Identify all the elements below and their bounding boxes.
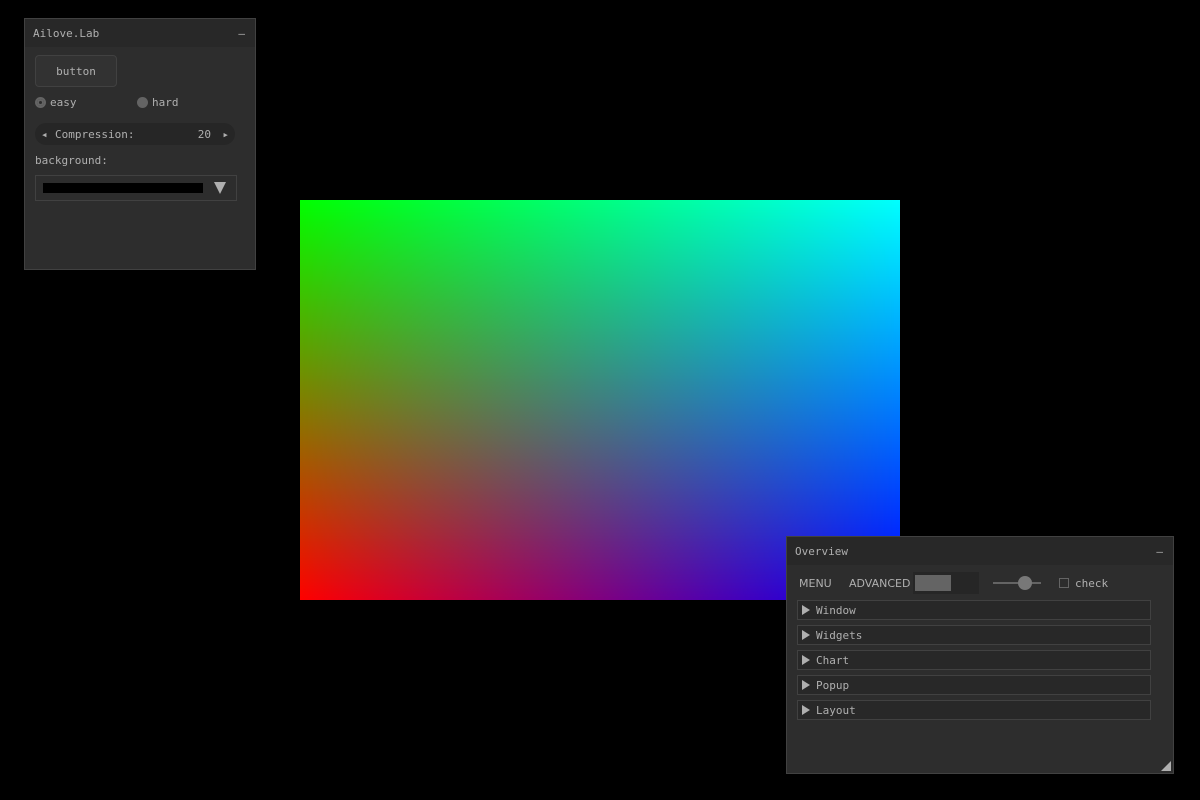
tree-node-chart[interactable]: Chart xyxy=(797,650,1151,670)
expand-triangle-icon[interactable] xyxy=(802,680,810,690)
window-title: Ailove.Lab xyxy=(33,26,100,40)
radio-hard-dot[interactable] xyxy=(137,97,148,108)
overview-window: Overview – MENU ADVANCED check Window Wid… xyxy=(786,536,1174,774)
background-color-swatch xyxy=(43,183,203,193)
window-titlebar[interactable]: Ailove.Lab – xyxy=(25,19,255,47)
button[interactable]: button xyxy=(35,55,117,87)
expand-triangle-icon[interactable] xyxy=(802,630,810,640)
radio-hard-label: hard xyxy=(152,96,179,109)
window-title: Overview xyxy=(795,544,848,558)
minimize-button[interactable]: – xyxy=(238,27,245,40)
tree-node-label: Layout xyxy=(816,703,856,717)
radio-easy-label: easy xyxy=(50,96,77,109)
expand-triangle-icon[interactable] xyxy=(802,705,810,715)
check-label: check xyxy=(1075,577,1109,590)
background-color-combo[interactable] xyxy=(35,175,237,201)
radio-hard[interactable]: hard xyxy=(137,96,179,109)
expand-triangle-icon[interactable] xyxy=(802,655,810,665)
increment-arrow-icon[interactable]: ▸ xyxy=(222,128,229,141)
minimize-button[interactable]: – xyxy=(1156,545,1163,558)
slider-knob[interactable] xyxy=(1018,576,1032,590)
background-label: background: xyxy=(35,154,108,167)
tree-node-layout[interactable]: Layout xyxy=(797,700,1151,720)
progress-bar[interactable] xyxy=(913,572,979,594)
dropdown-arrow-icon[interactable] xyxy=(214,182,226,194)
ailove-lab-window: Ailove.Lab – button easy hard ◂ Compress… xyxy=(24,18,256,270)
menu-item-menu[interactable]: MENU xyxy=(799,577,832,590)
radio-easy-dot[interactable] xyxy=(35,97,46,108)
resize-handle-icon[interactable] xyxy=(1161,761,1171,771)
tree-node-label: Widgets xyxy=(816,628,863,642)
radio-easy[interactable]: easy xyxy=(35,96,77,109)
tree-node-label: Chart xyxy=(816,653,850,667)
property-label: Compression: xyxy=(55,127,135,141)
slider-track[interactable] xyxy=(993,582,1041,584)
expand-triangle-icon[interactable] xyxy=(802,605,810,615)
tree-node-popup[interactable]: Popup xyxy=(797,675,1151,695)
progress-fill xyxy=(915,575,951,591)
window-titlebar[interactable]: Overview – xyxy=(787,537,1173,565)
check-checkbox[interactable] xyxy=(1059,578,1069,588)
menu-item-advanced[interactable]: ADVANCED xyxy=(849,577,910,590)
tree-node-widgets[interactable]: Widgets xyxy=(797,625,1151,645)
property-value[interactable]: 20 xyxy=(198,128,211,141)
tree-node-label: Window xyxy=(816,603,856,617)
decrement-arrow-icon[interactable]: ◂ xyxy=(41,128,48,141)
compression-property[interactable]: ◂ Compression: 20 ▸ xyxy=(35,123,235,145)
tree-node-window[interactable]: Window xyxy=(797,600,1151,620)
tree-node-label: Popup xyxy=(816,678,850,692)
